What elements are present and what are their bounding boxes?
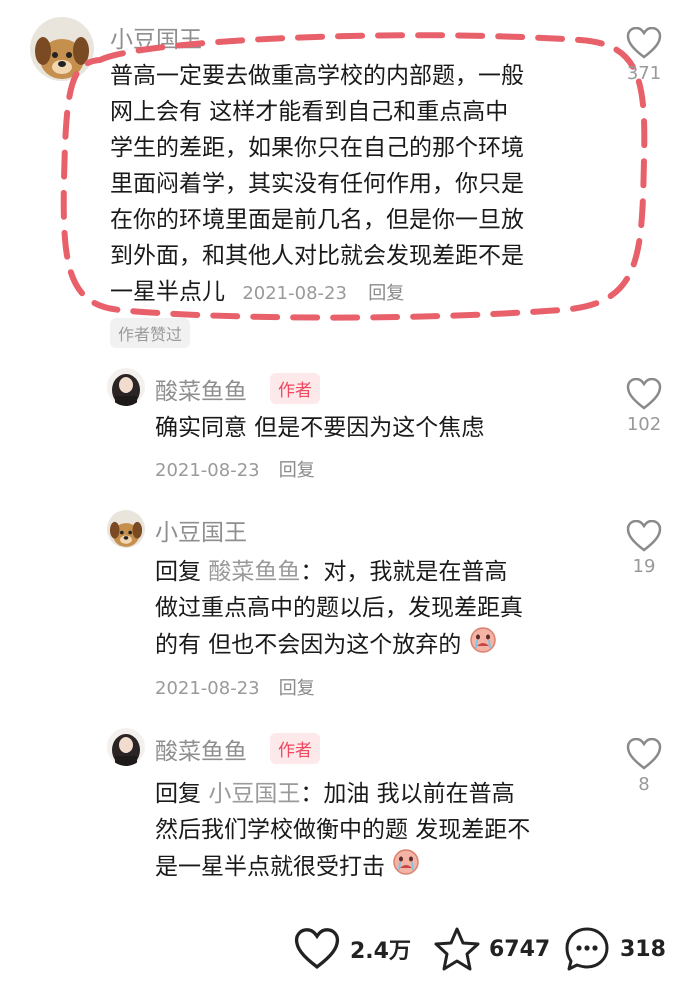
- reply-line: 然后我们学校做衡中的题 发现差距不: [155, 817, 531, 843]
- crying-face-emoji-icon: [469, 626, 497, 665]
- mention-link[interactable]: 小豆国王: [208, 781, 300, 807]
- bottom-comment-count: 318: [620, 936, 666, 962]
- like-count: 102: [626, 414, 662, 435]
- heart-outline-icon: [626, 519, 662, 552]
- author-badge: 作者: [270, 373, 320, 404]
- bottom-favorite-count: 6747: [489, 936, 551, 962]
- reply-prefix: 回复: [155, 781, 201, 807]
- bottom-favorite-button[interactable]: 6747: [433, 926, 550, 972]
- star-outline-icon: [434, 927, 480, 971]
- bottom-like-button[interactable]: 2.4万: [294, 928, 411, 970]
- bottom-like-count: 2.4万: [350, 939, 411, 964]
- reply-username[interactable]: 小豆国王: [155, 513, 247, 547]
- reply-button[interactable]: 回复: [279, 678, 315, 699]
- like-button[interactable]: 19: [616, 519, 672, 577]
- reply-meta: 2021-08-23 回复: [155, 674, 315, 700]
- highlight-dashed-outline: [60, 32, 648, 321]
- reply-text-rest: ：对，我就是在普高: [300, 559, 508, 585]
- like-count: 371: [626, 63, 662, 84]
- crying-face-emoji-icon: [392, 848, 420, 887]
- like-count: 19: [632, 556, 656, 577]
- reply-date: 2021-08-23: [155, 678, 260, 699]
- reply-text: 确实同意 但是不要因为这个焦虑: [155, 415, 485, 441]
- like-count: 8: [638, 774, 650, 795]
- chat-bubble-icon: [565, 927, 609, 971]
- reply-text-rest: ：加油 我以前在普高: [300, 781, 515, 807]
- reply-line: 的有 但也不会因为这个放弃的: [155, 632, 462, 658]
- author-liked-badge: 作者赞过: [110, 318, 191, 348]
- reply-line: 做过重点高中的题以后，发现差距真: [155, 595, 523, 621]
- avatar-puppy[interactable]: [107, 510, 145, 548]
- like-button[interactable]: 8: [616, 737, 672, 795]
- reply-text: 回复 酸菜鱼鱼：对，我就是在普高 做过重点高中的题以后，发现差距真 的有 但也不…: [155, 554, 523, 665]
- avatar-girl[interactable]: [107, 368, 145, 406]
- like-button[interactable]: 102: [616, 377, 672, 435]
- reply-button[interactable]: 回复: [279, 460, 315, 481]
- reply-line: 是一星半点就很受打击: [155, 854, 385, 880]
- bottom-comment-button[interactable]: 318: [564, 926, 666, 972]
- reply-username[interactable]: 酸菜鱼鱼: [155, 732, 247, 766]
- mention-link[interactable]: 酸菜鱼鱼: [208, 559, 300, 585]
- reply-prefix: 回复: [155, 559, 201, 585]
- bottom-bar: 2.4万 6747 318: [0, 900, 690, 992]
- reply-username[interactable]: 酸菜鱼鱼: [155, 372, 247, 406]
- reply-text: 回复 小豆国王：加油 我以前在普高 然后我们学校做衡中的题 发现差距不 是一星半…: [155, 776, 530, 887]
- author-badge: 作者: [270, 733, 320, 764]
- like-button[interactable]: 371: [616, 26, 672, 84]
- heart-outline-icon: [626, 737, 662, 770]
- heart-outline-icon: [626, 26, 662, 59]
- heart-outline-icon: [626, 377, 662, 410]
- reply-meta: 2021-08-23 回复: [155, 456, 315, 482]
- heart-outline-icon: [294, 928, 340, 969]
- reply-date: 2021-08-23: [155, 460, 260, 481]
- avatar-girl[interactable]: [107, 728, 145, 766]
